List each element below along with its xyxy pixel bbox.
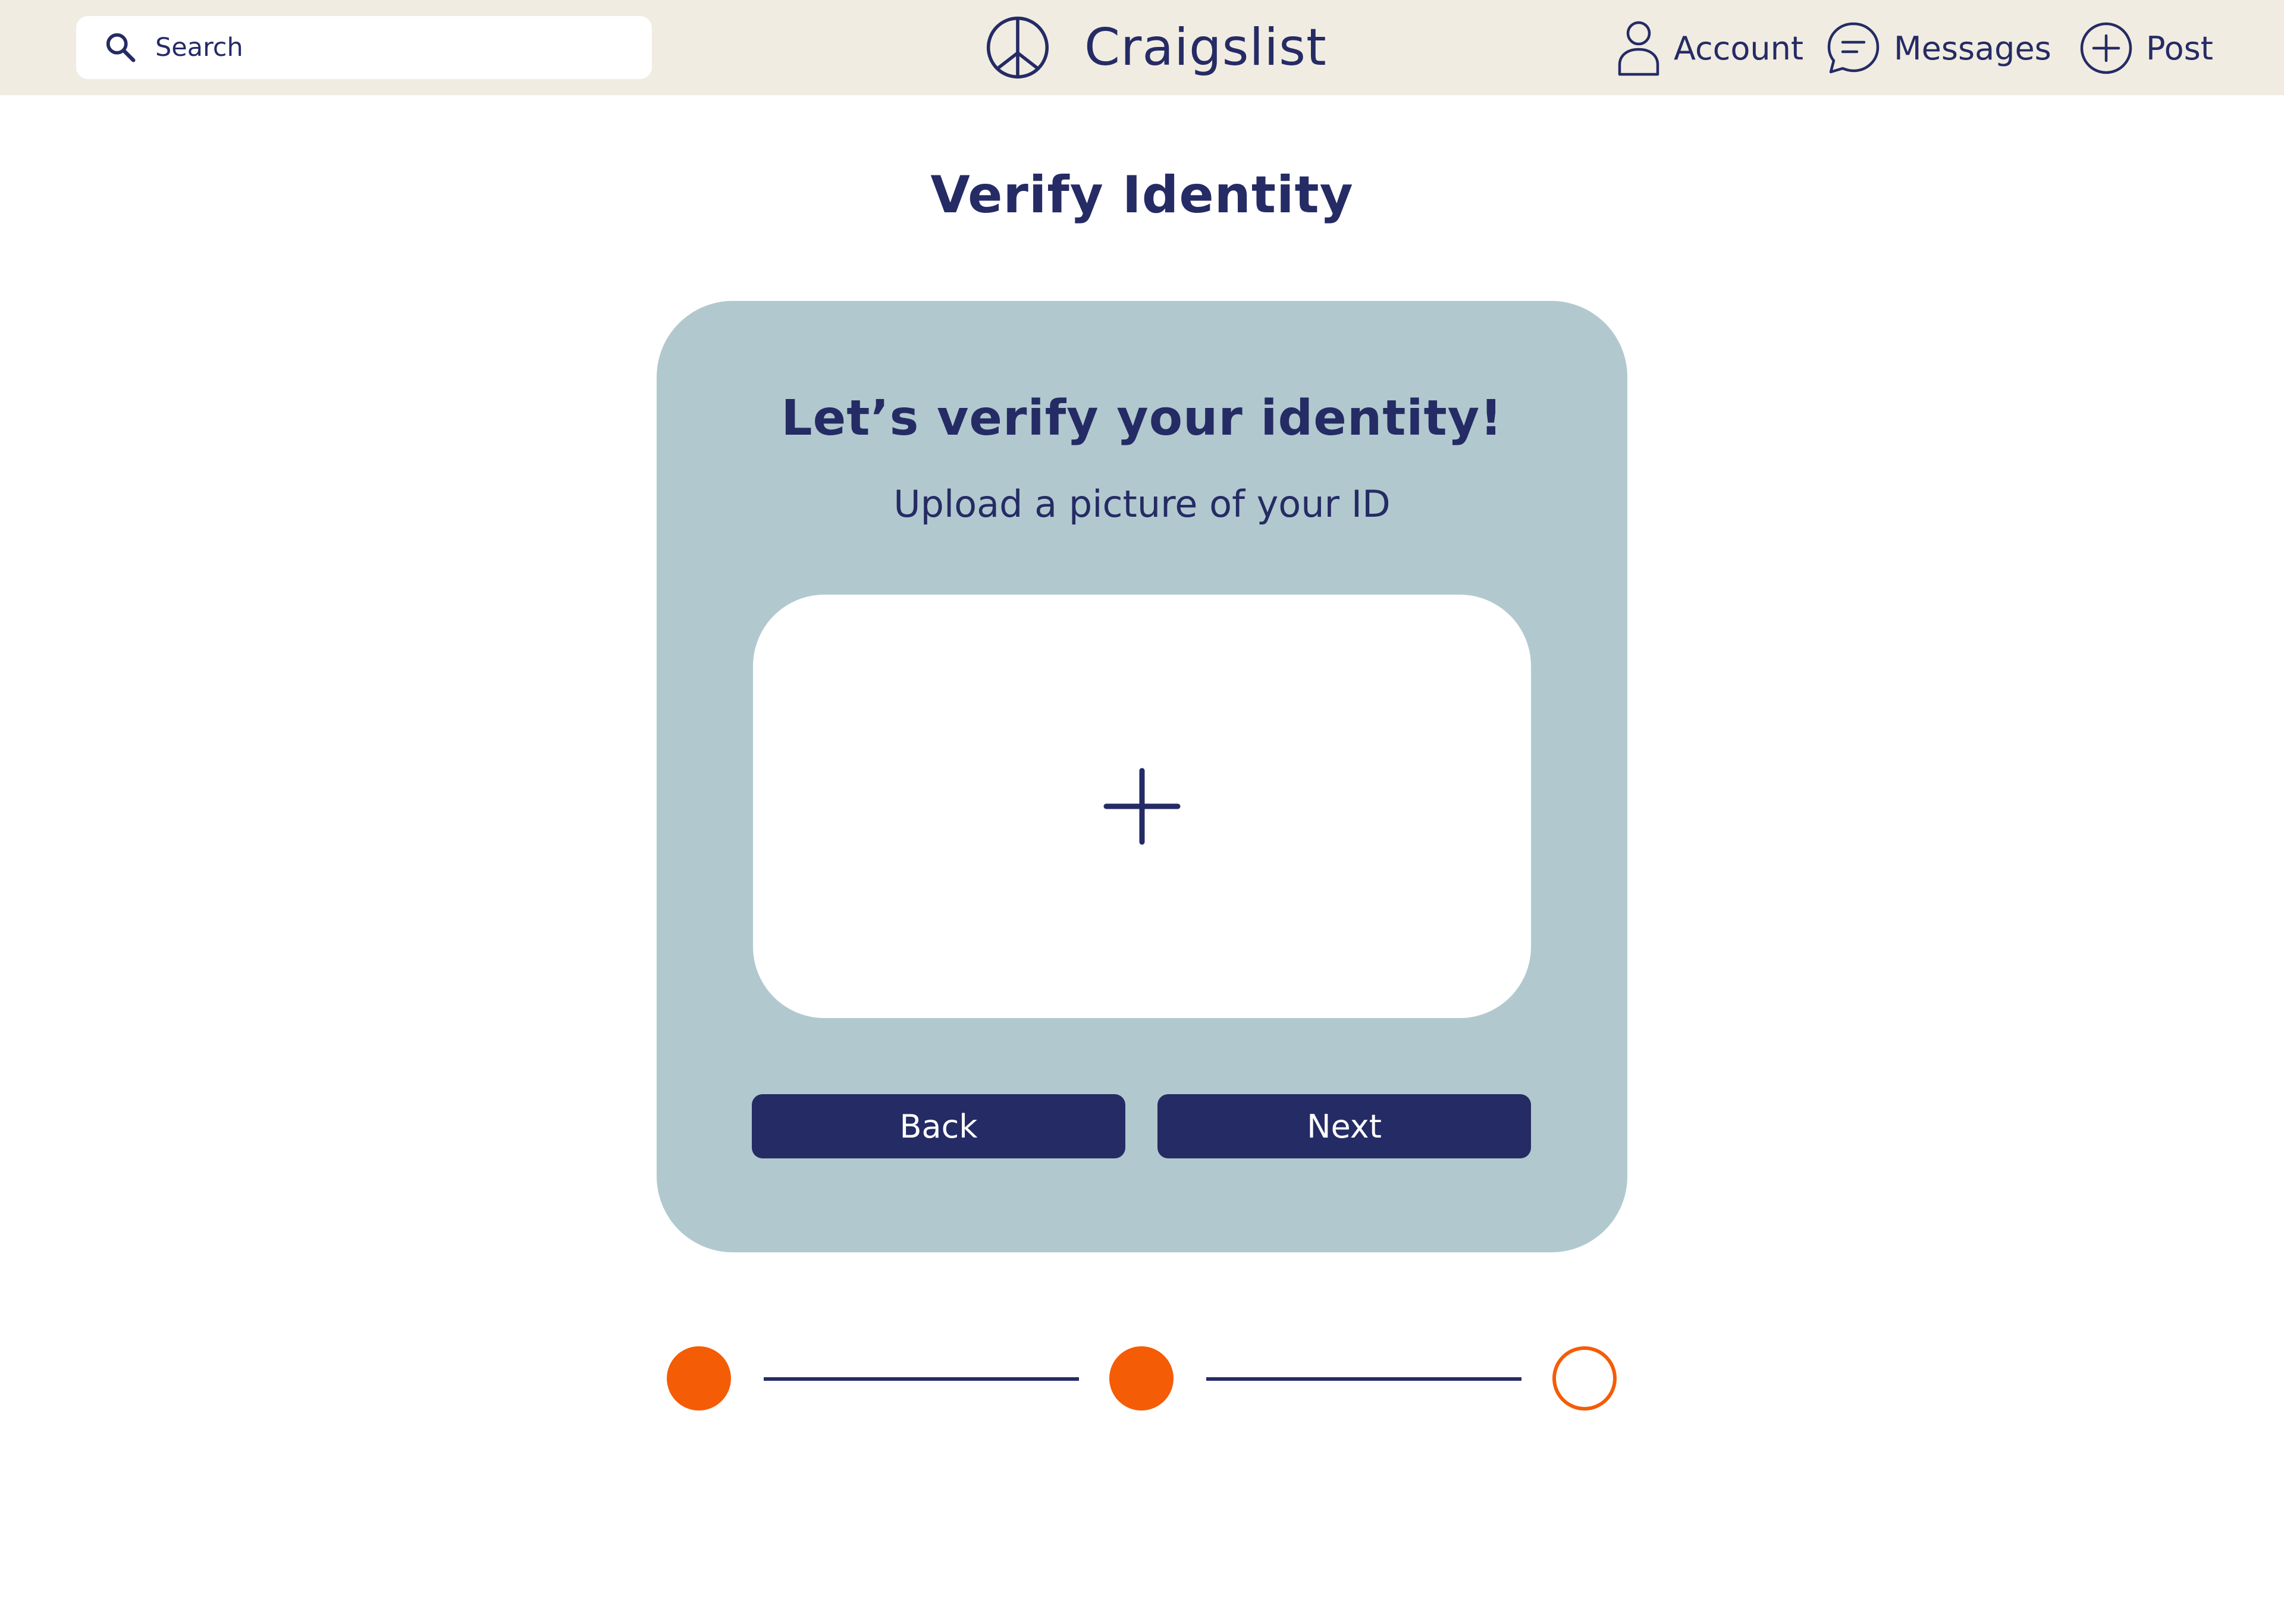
step-connector-2 xyxy=(1206,1377,1521,1381)
user-icon xyxy=(1618,21,1659,76)
next-button[interactable]: Next xyxy=(1157,1094,1531,1158)
card-subheading: Upload a picture of your ID xyxy=(893,482,1391,526)
nav-post[interactable]: Post xyxy=(2079,15,2213,81)
search-icon xyxy=(106,33,136,62)
brand-name: Craigslist xyxy=(1084,18,1327,77)
plus-icon xyxy=(1103,768,1181,845)
top-navigation-bar: Search Craigslist Account Messages Post xyxy=(0,0,2284,95)
search-input[interactable]: Search xyxy=(76,16,652,79)
search-placeholder: Search xyxy=(155,33,243,62)
nav-post-label: Post xyxy=(2146,29,2213,67)
step-3-indicator xyxy=(1552,1346,1617,1411)
progress-stepper xyxy=(666,1346,1618,1412)
nav-messages-label: Messages xyxy=(1894,29,2051,67)
verify-identity-card: Let’s verify your identity! Upload a pic… xyxy=(657,301,1627,1252)
nav-account-label: Account xyxy=(1674,29,1804,67)
step-connector-1 xyxy=(764,1377,1079,1381)
id-upload-dropzone[interactable] xyxy=(753,595,1531,1018)
brand-home-link[interactable]: Craigslist xyxy=(984,13,1327,82)
plus-circle-icon xyxy=(2080,22,2132,74)
page-title: Verify Identity xyxy=(930,165,1354,225)
nav-messages[interactable]: Messages xyxy=(1826,15,2051,81)
peace-sign-icon xyxy=(986,16,1049,79)
nav-account[interactable]: Account xyxy=(1617,15,1803,81)
back-button[interactable]: Back xyxy=(752,1094,1125,1158)
card-heading: Let’s verify your identity! xyxy=(781,390,1503,447)
step-2-indicator xyxy=(1109,1346,1174,1411)
step-1-indicator xyxy=(667,1346,731,1411)
chat-bubble-icon xyxy=(1827,22,1880,74)
